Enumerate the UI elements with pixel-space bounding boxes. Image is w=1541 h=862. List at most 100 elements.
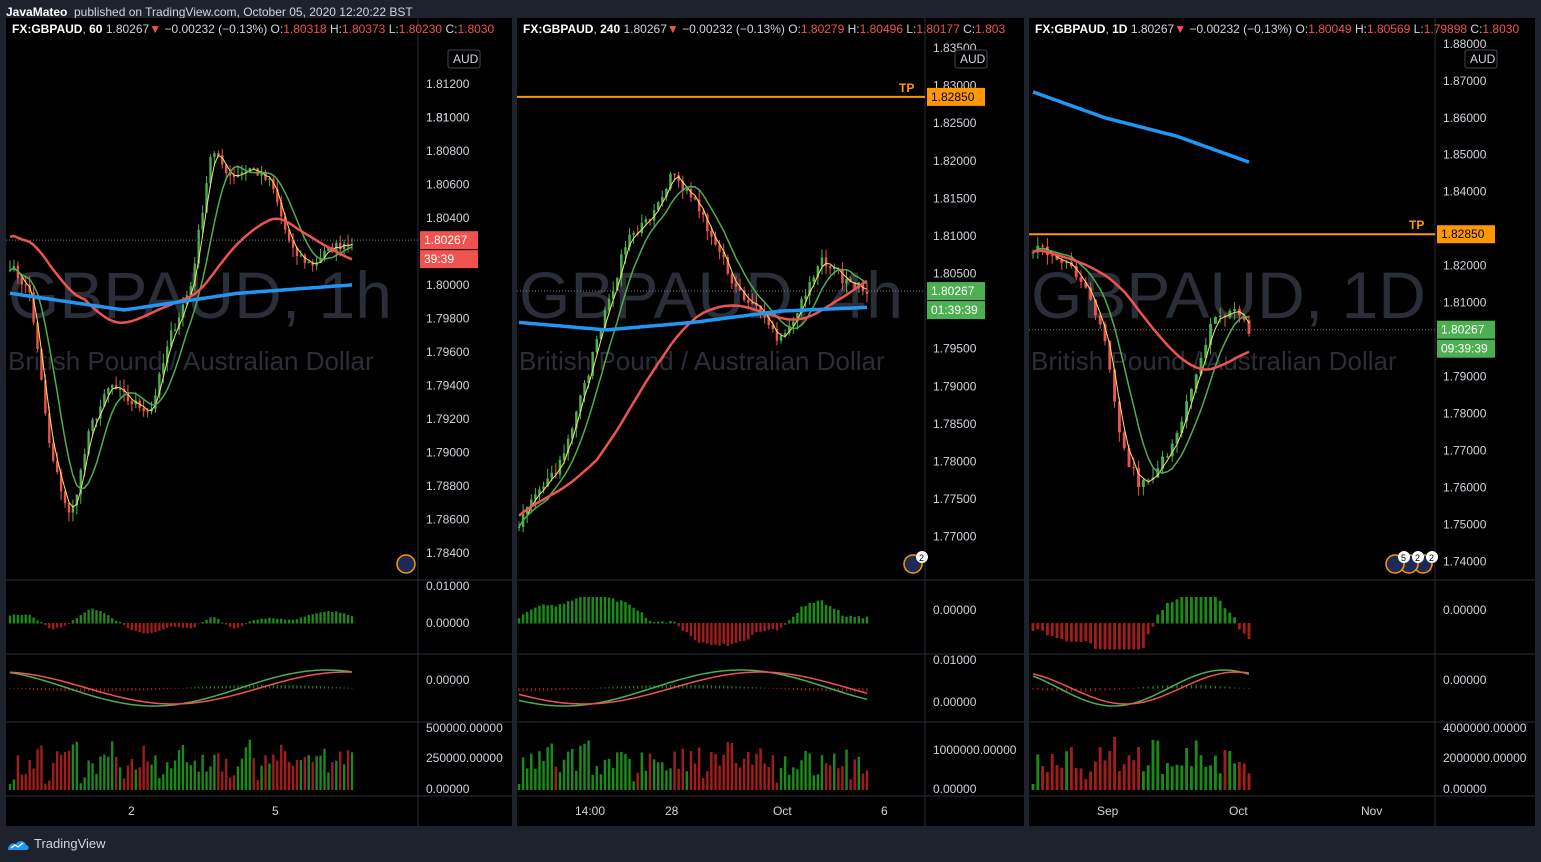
chart-legend: FX:GBPAUD, 240 1.80267▼ −0.00232 (−0.13%… — [523, 22, 1006, 36]
osc1-bar — [1041, 623, 1045, 631]
volume-bar — [542, 760, 545, 790]
legend-symbol[interactable]: FX:GBPAUD — [523, 22, 593, 36]
volume-bar — [1156, 740, 1160, 790]
osc1-bar — [681, 623, 684, 631]
volume-tick-label: 250000.00000 — [426, 751, 503, 765]
volume-bar — [177, 750, 181, 790]
osc1-bar — [1237, 623, 1241, 630]
volume-bar — [697, 747, 701, 790]
volume-bar — [579, 745, 582, 790]
osc2-hist-bar — [1152, 686, 1154, 689]
osc1-bar — [162, 623, 165, 630]
volume-bar — [599, 774, 603, 790]
candle-body — [1165, 456, 1169, 458]
chart-pane-1d[interactable]: FX:GBPAUD, 1D 1.80267▼ −0.00232 (−0.13%)… — [1029, 18, 1535, 826]
osc2-hist-bar — [788, 688, 790, 690]
osc2-hist-bar — [1224, 686, 1226, 689]
volume-bar — [63, 751, 67, 790]
volume-bar — [331, 762, 334, 790]
candle-body — [307, 261, 310, 263]
osc2-hist-bar — [792, 688, 794, 690]
candle-body — [213, 153, 216, 158]
volume-bar — [742, 758, 746, 790]
volume-bar — [853, 759, 856, 790]
chart-canvas-1d[interactable]: GBPAUD, 1DBritish Pound / Australian Dol… — [1029, 18, 1535, 826]
osc1-bar — [521, 614, 525, 624]
osc1-bar — [327, 611, 330, 624]
volume-bar — [677, 768, 680, 790]
time-tick-label: 14:00 — [575, 804, 605, 818]
legend-symbol[interactable]: FX:GBPAUD — [1035, 22, 1105, 36]
osc1-bar — [1122, 623, 1126, 650]
volume-bar — [849, 779, 852, 790]
osc2-hist-bar — [592, 687, 594, 689]
volume-bar — [193, 760, 196, 790]
osc2-hist-bar — [331, 686, 333, 689]
volume-bar — [726, 742, 730, 790]
volume-bar — [587, 740, 590, 790]
price-tick-label: 1.82000 — [933, 154, 977, 168]
osc2-hist-bar — [575, 688, 577, 690]
volume-bar — [759, 748, 762, 790]
osc1-bar — [67, 623, 71, 624]
price-tick-label: 1.85000 — [1443, 148, 1487, 162]
osc2-hist-bar — [1176, 684, 1178, 689]
osc1-bar — [558, 604, 562, 624]
legend-low: 1.79898 — [1423, 22, 1468, 36]
osc1-bar — [550, 604, 553, 624]
osc1-bar — [79, 615, 82, 624]
volume-bar — [221, 771, 224, 790]
footer-brand[interactable]: TradingView — [34, 836, 106, 851]
candle-body — [342, 243, 346, 250]
chart-pane-1h[interactable]: FX:GBPAUD, 60 1.80267▼ −0.00232 (−0.13%)… — [6, 18, 512, 826]
candle-body — [845, 278, 848, 284]
volume-bar — [52, 763, 55, 790]
legend-interval[interactable]: 1D — [1112, 22, 1127, 36]
osc1-bar — [122, 623, 126, 626]
osc2-hist-bar — [804, 688, 807, 691]
chart-pane-4h[interactable]: FX:GBPAUD, 240 1.80267▼ −0.00232 (−0.13%… — [517, 18, 1024, 826]
osc2-hist-bar — [143, 688, 145, 691]
candle-body — [1141, 479, 1145, 488]
legend-interval[interactable]: 60 — [89, 22, 102, 36]
volume-bar — [1084, 779, 1088, 790]
volume-bar — [816, 774, 820, 790]
osc2-hist-bar — [588, 688, 590, 689]
osc1-bar — [225, 623, 228, 625]
volume-bar — [787, 774, 791, 790]
volume-bar — [83, 777, 86, 790]
volume-bar — [1194, 740, 1198, 790]
chart-canvas-1h[interactable]: GBPAUD, 1h British Pound / Australian Dol… — [6, 18, 512, 826]
osc2-hist-bar — [217, 686, 219, 689]
price-tick-label: 1.86000 — [1443, 111, 1487, 125]
volume-bar — [755, 753, 758, 790]
volume-bar — [607, 758, 611, 790]
economic-event-icon — [396, 554, 416, 574]
tradingview-logo-icon[interactable] — [6, 838, 30, 857]
osc1-bar — [303, 616, 307, 624]
osc2-hist-bar — [288, 685, 290, 689]
legend-interval[interactable]: 240 — [600, 22, 620, 36]
volume-bar — [1175, 764, 1179, 790]
osc1-bar — [1156, 614, 1160, 624]
osc2-hist-bar — [1238, 687, 1240, 689]
osc2-hist-bar — [538, 688, 541, 692]
osc2-tick-label: 0.00000 — [1443, 673, 1487, 687]
osc1-bar — [820, 600, 824, 624]
legend-symbol[interactable]: FX:GBPAUD — [12, 22, 82, 36]
candle-body — [24, 284, 27, 286]
volume-bar — [32, 768, 35, 790]
chart-canvas-4h[interactable]: GBPAUD, 4hBritish Pound / Australian Dol… — [517, 18, 1024, 826]
volume-bar — [767, 766, 770, 790]
osc1-tick-label: 0.01000 — [426, 579, 470, 593]
time-tick-label: Oct — [773, 804, 792, 818]
volume-bar — [1137, 747, 1141, 790]
volume-bar — [287, 761, 291, 790]
candle-body — [1079, 277, 1083, 283]
osc2-tick-label: 0.00000 — [426, 673, 470, 687]
volume-bar — [714, 753, 717, 790]
osc2-hist-bar — [567, 688, 569, 690]
candle-body — [841, 269, 844, 284]
osc1-bar — [845, 616, 848, 624]
volume-bar — [197, 771, 200, 790]
